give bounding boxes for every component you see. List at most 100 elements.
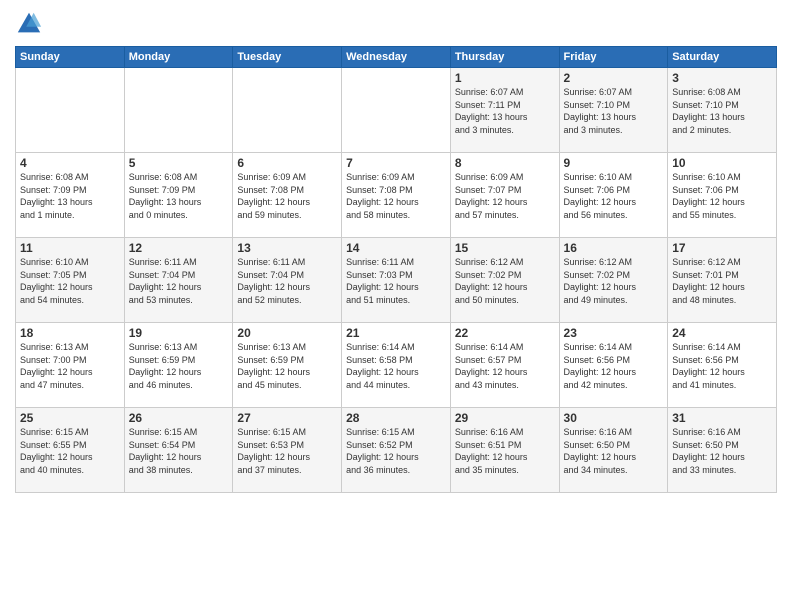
day-cell: 24Sunrise: 6:14 AM Sunset: 6:56 PM Dayli… xyxy=(668,323,777,408)
day-number: 21 xyxy=(346,326,446,340)
day-number: 29 xyxy=(455,411,555,425)
week-row-2: 4Sunrise: 6:08 AM Sunset: 7:09 PM Daylig… xyxy=(16,153,777,238)
day-number: 20 xyxy=(237,326,337,340)
week-row-3: 11Sunrise: 6:10 AM Sunset: 7:05 PM Dayli… xyxy=(16,238,777,323)
day-info: Sunrise: 6:07 AM Sunset: 7:10 PM Dayligh… xyxy=(564,86,664,136)
day-cell: 29Sunrise: 6:16 AM Sunset: 6:51 PM Dayli… xyxy=(450,408,559,493)
day-cell xyxy=(124,68,233,153)
day-cell: 9Sunrise: 6:10 AM Sunset: 7:06 PM Daylig… xyxy=(559,153,668,238)
day-cell: 21Sunrise: 6:14 AM Sunset: 6:58 PM Dayli… xyxy=(342,323,451,408)
day-number: 24 xyxy=(672,326,772,340)
day-cell: 27Sunrise: 6:15 AM Sunset: 6:53 PM Dayli… xyxy=(233,408,342,493)
day-number: 4 xyxy=(20,156,120,170)
day-info: Sunrise: 6:11 AM Sunset: 7:04 PM Dayligh… xyxy=(129,256,229,306)
day-number: 31 xyxy=(672,411,772,425)
day-number: 25 xyxy=(20,411,120,425)
day-info: Sunrise: 6:10 AM Sunset: 7:06 PM Dayligh… xyxy=(564,171,664,221)
day-info: Sunrise: 6:12 AM Sunset: 7:02 PM Dayligh… xyxy=(455,256,555,306)
header xyxy=(15,10,777,38)
col-header-wednesday: Wednesday xyxy=(342,47,451,68)
col-header-thursday: Thursday xyxy=(450,47,559,68)
day-number: 19 xyxy=(129,326,229,340)
day-cell: 14Sunrise: 6:11 AM Sunset: 7:03 PM Dayli… xyxy=(342,238,451,323)
day-info: Sunrise: 6:09 AM Sunset: 7:08 PM Dayligh… xyxy=(237,171,337,221)
day-cell: 13Sunrise: 6:11 AM Sunset: 7:04 PM Dayli… xyxy=(233,238,342,323)
day-number: 28 xyxy=(346,411,446,425)
day-number: 2 xyxy=(564,71,664,85)
calendar-table: SundayMondayTuesdayWednesdayThursdayFrid… xyxy=(15,46,777,493)
day-info: Sunrise: 6:16 AM Sunset: 6:50 PM Dayligh… xyxy=(564,426,664,476)
day-info: Sunrise: 6:12 AM Sunset: 7:01 PM Dayligh… xyxy=(672,256,772,306)
day-cell: 15Sunrise: 6:12 AM Sunset: 7:02 PM Dayli… xyxy=(450,238,559,323)
day-number: 5 xyxy=(129,156,229,170)
page: SundayMondayTuesdayWednesdayThursdayFrid… xyxy=(0,0,792,503)
day-cell: 3Sunrise: 6:08 AM Sunset: 7:10 PM Daylig… xyxy=(668,68,777,153)
week-row-4: 18Sunrise: 6:13 AM Sunset: 7:00 PM Dayli… xyxy=(16,323,777,408)
day-info: Sunrise: 6:08 AM Sunset: 7:09 PM Dayligh… xyxy=(129,171,229,221)
col-header-tuesday: Tuesday xyxy=(233,47,342,68)
day-info: Sunrise: 6:14 AM Sunset: 6:58 PM Dayligh… xyxy=(346,341,446,391)
day-cell xyxy=(16,68,125,153)
day-cell: 18Sunrise: 6:13 AM Sunset: 7:00 PM Dayli… xyxy=(16,323,125,408)
day-info: Sunrise: 6:09 AM Sunset: 7:08 PM Dayligh… xyxy=(346,171,446,221)
day-info: Sunrise: 6:15 AM Sunset: 6:52 PM Dayligh… xyxy=(346,426,446,476)
day-cell: 8Sunrise: 6:09 AM Sunset: 7:07 PM Daylig… xyxy=(450,153,559,238)
day-info: Sunrise: 6:09 AM Sunset: 7:07 PM Dayligh… xyxy=(455,171,555,221)
logo xyxy=(15,10,47,38)
day-number: 14 xyxy=(346,241,446,255)
day-cell: 7Sunrise: 6:09 AM Sunset: 7:08 PM Daylig… xyxy=(342,153,451,238)
col-header-saturday: Saturday xyxy=(668,47,777,68)
day-cell: 22Sunrise: 6:14 AM Sunset: 6:57 PM Dayli… xyxy=(450,323,559,408)
day-number: 1 xyxy=(455,71,555,85)
day-number: 27 xyxy=(237,411,337,425)
day-number: 26 xyxy=(129,411,229,425)
col-header-monday: Monday xyxy=(124,47,233,68)
day-info: Sunrise: 6:15 AM Sunset: 6:54 PM Dayligh… xyxy=(129,426,229,476)
day-number: 3 xyxy=(672,71,772,85)
day-number: 13 xyxy=(237,241,337,255)
day-info: Sunrise: 6:14 AM Sunset: 6:56 PM Dayligh… xyxy=(564,341,664,391)
day-cell: 25Sunrise: 6:15 AM Sunset: 6:55 PM Dayli… xyxy=(16,408,125,493)
week-row-1: 1Sunrise: 6:07 AM Sunset: 7:11 PM Daylig… xyxy=(16,68,777,153)
day-info: Sunrise: 6:16 AM Sunset: 6:51 PM Dayligh… xyxy=(455,426,555,476)
day-info: Sunrise: 6:12 AM Sunset: 7:02 PM Dayligh… xyxy=(564,256,664,306)
day-cell: 5Sunrise: 6:08 AM Sunset: 7:09 PM Daylig… xyxy=(124,153,233,238)
day-cell xyxy=(342,68,451,153)
day-number: 11 xyxy=(20,241,120,255)
day-cell: 6Sunrise: 6:09 AM Sunset: 7:08 PM Daylig… xyxy=(233,153,342,238)
day-number: 6 xyxy=(237,156,337,170)
day-cell: 28Sunrise: 6:15 AM Sunset: 6:52 PM Dayli… xyxy=(342,408,451,493)
day-info: Sunrise: 6:08 AM Sunset: 7:09 PM Dayligh… xyxy=(20,171,120,221)
day-cell: 1Sunrise: 6:07 AM Sunset: 7:11 PM Daylig… xyxy=(450,68,559,153)
day-number: 15 xyxy=(455,241,555,255)
day-number: 12 xyxy=(129,241,229,255)
day-cell: 26Sunrise: 6:15 AM Sunset: 6:54 PM Dayli… xyxy=(124,408,233,493)
col-header-sunday: Sunday xyxy=(16,47,125,68)
day-cell: 2Sunrise: 6:07 AM Sunset: 7:10 PM Daylig… xyxy=(559,68,668,153)
day-info: Sunrise: 6:14 AM Sunset: 6:57 PM Dayligh… xyxy=(455,341,555,391)
day-number: 17 xyxy=(672,241,772,255)
day-cell xyxy=(233,68,342,153)
day-info: Sunrise: 6:14 AM Sunset: 6:56 PM Dayligh… xyxy=(672,341,772,391)
day-info: Sunrise: 6:13 AM Sunset: 7:00 PM Dayligh… xyxy=(20,341,120,391)
day-number: 22 xyxy=(455,326,555,340)
day-info: Sunrise: 6:16 AM Sunset: 6:50 PM Dayligh… xyxy=(672,426,772,476)
day-number: 16 xyxy=(564,241,664,255)
day-info: Sunrise: 6:08 AM Sunset: 7:10 PM Dayligh… xyxy=(672,86,772,136)
day-info: Sunrise: 6:10 AM Sunset: 7:06 PM Dayligh… xyxy=(672,171,772,221)
day-number: 8 xyxy=(455,156,555,170)
day-info: Sunrise: 6:13 AM Sunset: 6:59 PM Dayligh… xyxy=(129,341,229,391)
day-info: Sunrise: 6:11 AM Sunset: 7:04 PM Dayligh… xyxy=(237,256,337,306)
logo-icon xyxy=(15,10,43,38)
day-info: Sunrise: 6:10 AM Sunset: 7:05 PM Dayligh… xyxy=(20,256,120,306)
day-info: Sunrise: 6:15 AM Sunset: 6:55 PM Dayligh… xyxy=(20,426,120,476)
day-info: Sunrise: 6:13 AM Sunset: 6:59 PM Dayligh… xyxy=(237,341,337,391)
day-cell: 4Sunrise: 6:08 AM Sunset: 7:09 PM Daylig… xyxy=(16,153,125,238)
day-cell: 17Sunrise: 6:12 AM Sunset: 7:01 PM Dayli… xyxy=(668,238,777,323)
col-header-friday: Friday xyxy=(559,47,668,68)
day-number: 30 xyxy=(564,411,664,425)
day-number: 18 xyxy=(20,326,120,340)
week-row-5: 25Sunrise: 6:15 AM Sunset: 6:55 PM Dayli… xyxy=(16,408,777,493)
day-cell: 31Sunrise: 6:16 AM Sunset: 6:50 PM Dayli… xyxy=(668,408,777,493)
day-cell: 19Sunrise: 6:13 AM Sunset: 6:59 PM Dayli… xyxy=(124,323,233,408)
